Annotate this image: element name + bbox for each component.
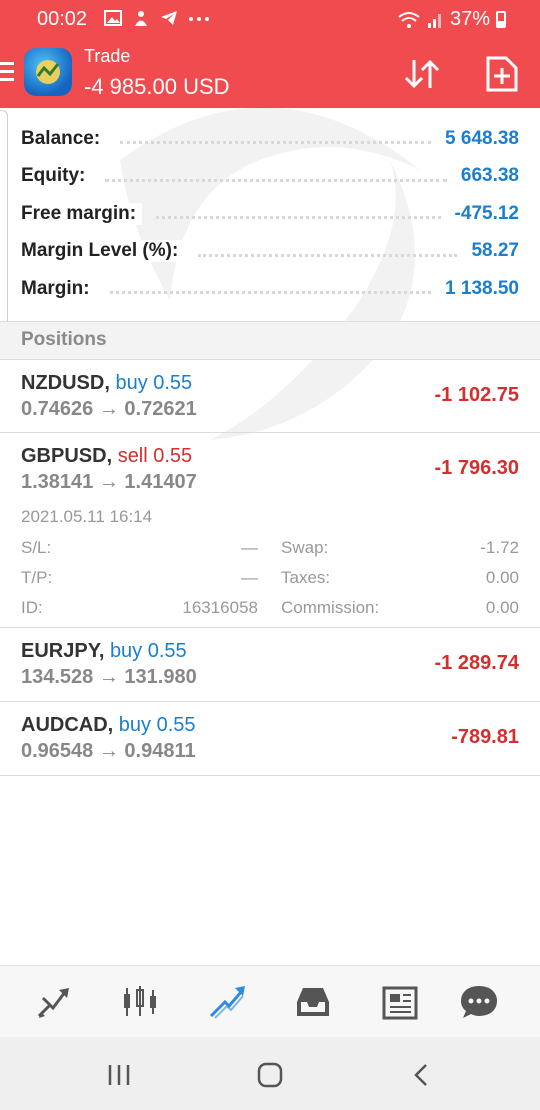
telegram-icon <box>161 11 177 25</box>
free-margin-label: Free margin: <box>21 202 143 225</box>
balance-label: Balance: <box>21 127 107 150</box>
position-row-gbpusd[interactable]: GBPUSD, sell 0.55 1.38141 → 1.41407 -1 7… <box>0 433 540 627</box>
position-symbol: GBPUSD, sell 0.55 <box>21 445 192 468</box>
quotes-icon[interactable] <box>35 982 75 1022</box>
symbol-name: EURJPY, <box>21 640 105 662</box>
summary-row-margin: Margin: 1 138.50 <box>0 270 540 308</box>
messages-icon[interactable] <box>459 982 499 1022</box>
dot-leader <box>156 216 441 220</box>
summary-row-margin-level: Margin Level (%): 58.27 <box>0 233 540 271</box>
balance-value: 5 648.38 <box>445 127 519 149</box>
commission-label: Commission: <box>281 598 380 617</box>
position-profit: -1 289.74 <box>434 652 519 674</box>
system-navigation-bar <box>0 1037 540 1110</box>
menu-icon[interactable] <box>0 62 14 82</box>
recent-apps-icon[interactable] <box>106 1061 134 1089</box>
swap-value: -1.72 <box>480 538 519 557</box>
taxes-value: 0.00 <box>485 568 519 587</box>
tp-label: T/P: <box>21 568 53 587</box>
back-icon[interactable] <box>408 1061 436 1089</box>
summary-row-equity: Equity: 663.38 <box>0 158 540 196</box>
summary-row-balance: Balance: 5 648.38 <box>0 120 540 158</box>
position-side: sell 0.55 <box>117 445 193 467</box>
dot-leader <box>120 141 432 145</box>
sl-value: — <box>241 538 258 557</box>
position-row-eurjpy[interactable]: EURJPY, buy 0.55 134.528 → 131.980 -1 28… <box>0 628 540 701</box>
position-side: buy 0.55 <box>109 640 187 662</box>
margin-value: 1 138.50 <box>445 277 519 299</box>
dot-leader <box>198 253 458 257</box>
dot-leader <box>109 291 432 295</box>
battery-icon <box>496 11 506 28</box>
equity-value: 663.38 <box>460 165 519 187</box>
chart-icon[interactable] <box>120 982 160 1022</box>
notification-icons <box>104 9 210 27</box>
wifi-icon <box>398 11 420 28</box>
position-profit: -789.81 <box>451 726 519 748</box>
battery-percent: 37% <box>449 8 490 30</box>
symbol-name: AUDCAD, <box>21 714 114 736</box>
position-symbol: AUDCAD, buy 0.55 <box>21 714 196 737</box>
position-symbol: EURJPY, buy 0.55 <box>21 640 187 663</box>
news-icon[interactable] <box>380 982 420 1022</box>
margin-label: Margin: <box>21 277 96 300</box>
free-margin-value: -475.12 <box>454 202 519 224</box>
account-summary: Balance: 5 648.38 Equity: 663.38 Free ma… <box>0 120 540 308</box>
position-symbol: NZDUSD, buy 0.55 <box>21 372 192 395</box>
sl-label: S/L: <box>21 538 52 557</box>
position-profit: -1 102.75 <box>434 384 519 406</box>
position-side: buy 0.55 <box>118 714 196 736</box>
divider <box>0 775 540 776</box>
positions-heading: Positions <box>21 329 107 350</box>
id-label: ID: <box>21 598 43 617</box>
margin-level-label: Margin Level (%): <box>21 240 185 263</box>
equity-label: Equity: <box>21 165 92 188</box>
symbol-name: NZDUSD, <box>21 372 110 394</box>
status-right: 37% <box>398 8 506 31</box>
positions-header: Positions <box>0 322 540 359</box>
new-order-icon[interactable] <box>482 54 522 94</box>
gallery-icon <box>104 10 122 26</box>
position-row-audcad[interactable]: AUDCAD, buy 0.55 0.96548 → 0.94811 -789.… <box>0 702 540 775</box>
id-value: 16316058 <box>182 598 258 617</box>
open-time: 2021.05.11 16:14 <box>21 507 153 526</box>
status-bar: 00:02 37% <box>0 0 540 38</box>
position-prices: 1.38141 → 1.41407 <box>21 471 197 493</box>
position-prices: 134.528 → 131.980 <box>21 666 197 688</box>
margin-level-value: 58.27 <box>471 240 519 262</box>
position-row-nzdusd[interactable]: NZDUSD, buy 0.55 0.74626 → 0.72621 -1 10… <box>0 360 540 432</box>
dot-leader <box>105 178 447 182</box>
tp-value: — <box>241 568 258 587</box>
bottom-tab-bar <box>0 965 540 1037</box>
symbol-name: GBPUSD, <box>21 445 113 467</box>
history-icon[interactable] <box>293 982 333 1022</box>
more-icon <box>189 17 209 21</box>
position-side: buy 0.55 <box>115 372 193 394</box>
position-prices: 0.96548 → 0.94811 <box>21 740 196 762</box>
position-profit: -1 796.30 <box>434 457 519 479</box>
commission-value: 0.00 <box>485 598 519 617</box>
taxes-label: Taxes: <box>281 568 331 587</box>
position-prices: 0.74626 → 0.72621 <box>21 398 197 420</box>
summary-row-free-margin: Free margin: -475.12 <box>0 195 540 233</box>
status-time: 00:02 <box>37 8 88 30</box>
home-icon[interactable] <box>256 1061 284 1089</box>
trade-icon[interactable] <box>207 982 247 1022</box>
swap-label: Swap: <box>281 538 329 557</box>
signal-icon <box>427 13 441 28</box>
person-icon <box>135 11 147 26</box>
